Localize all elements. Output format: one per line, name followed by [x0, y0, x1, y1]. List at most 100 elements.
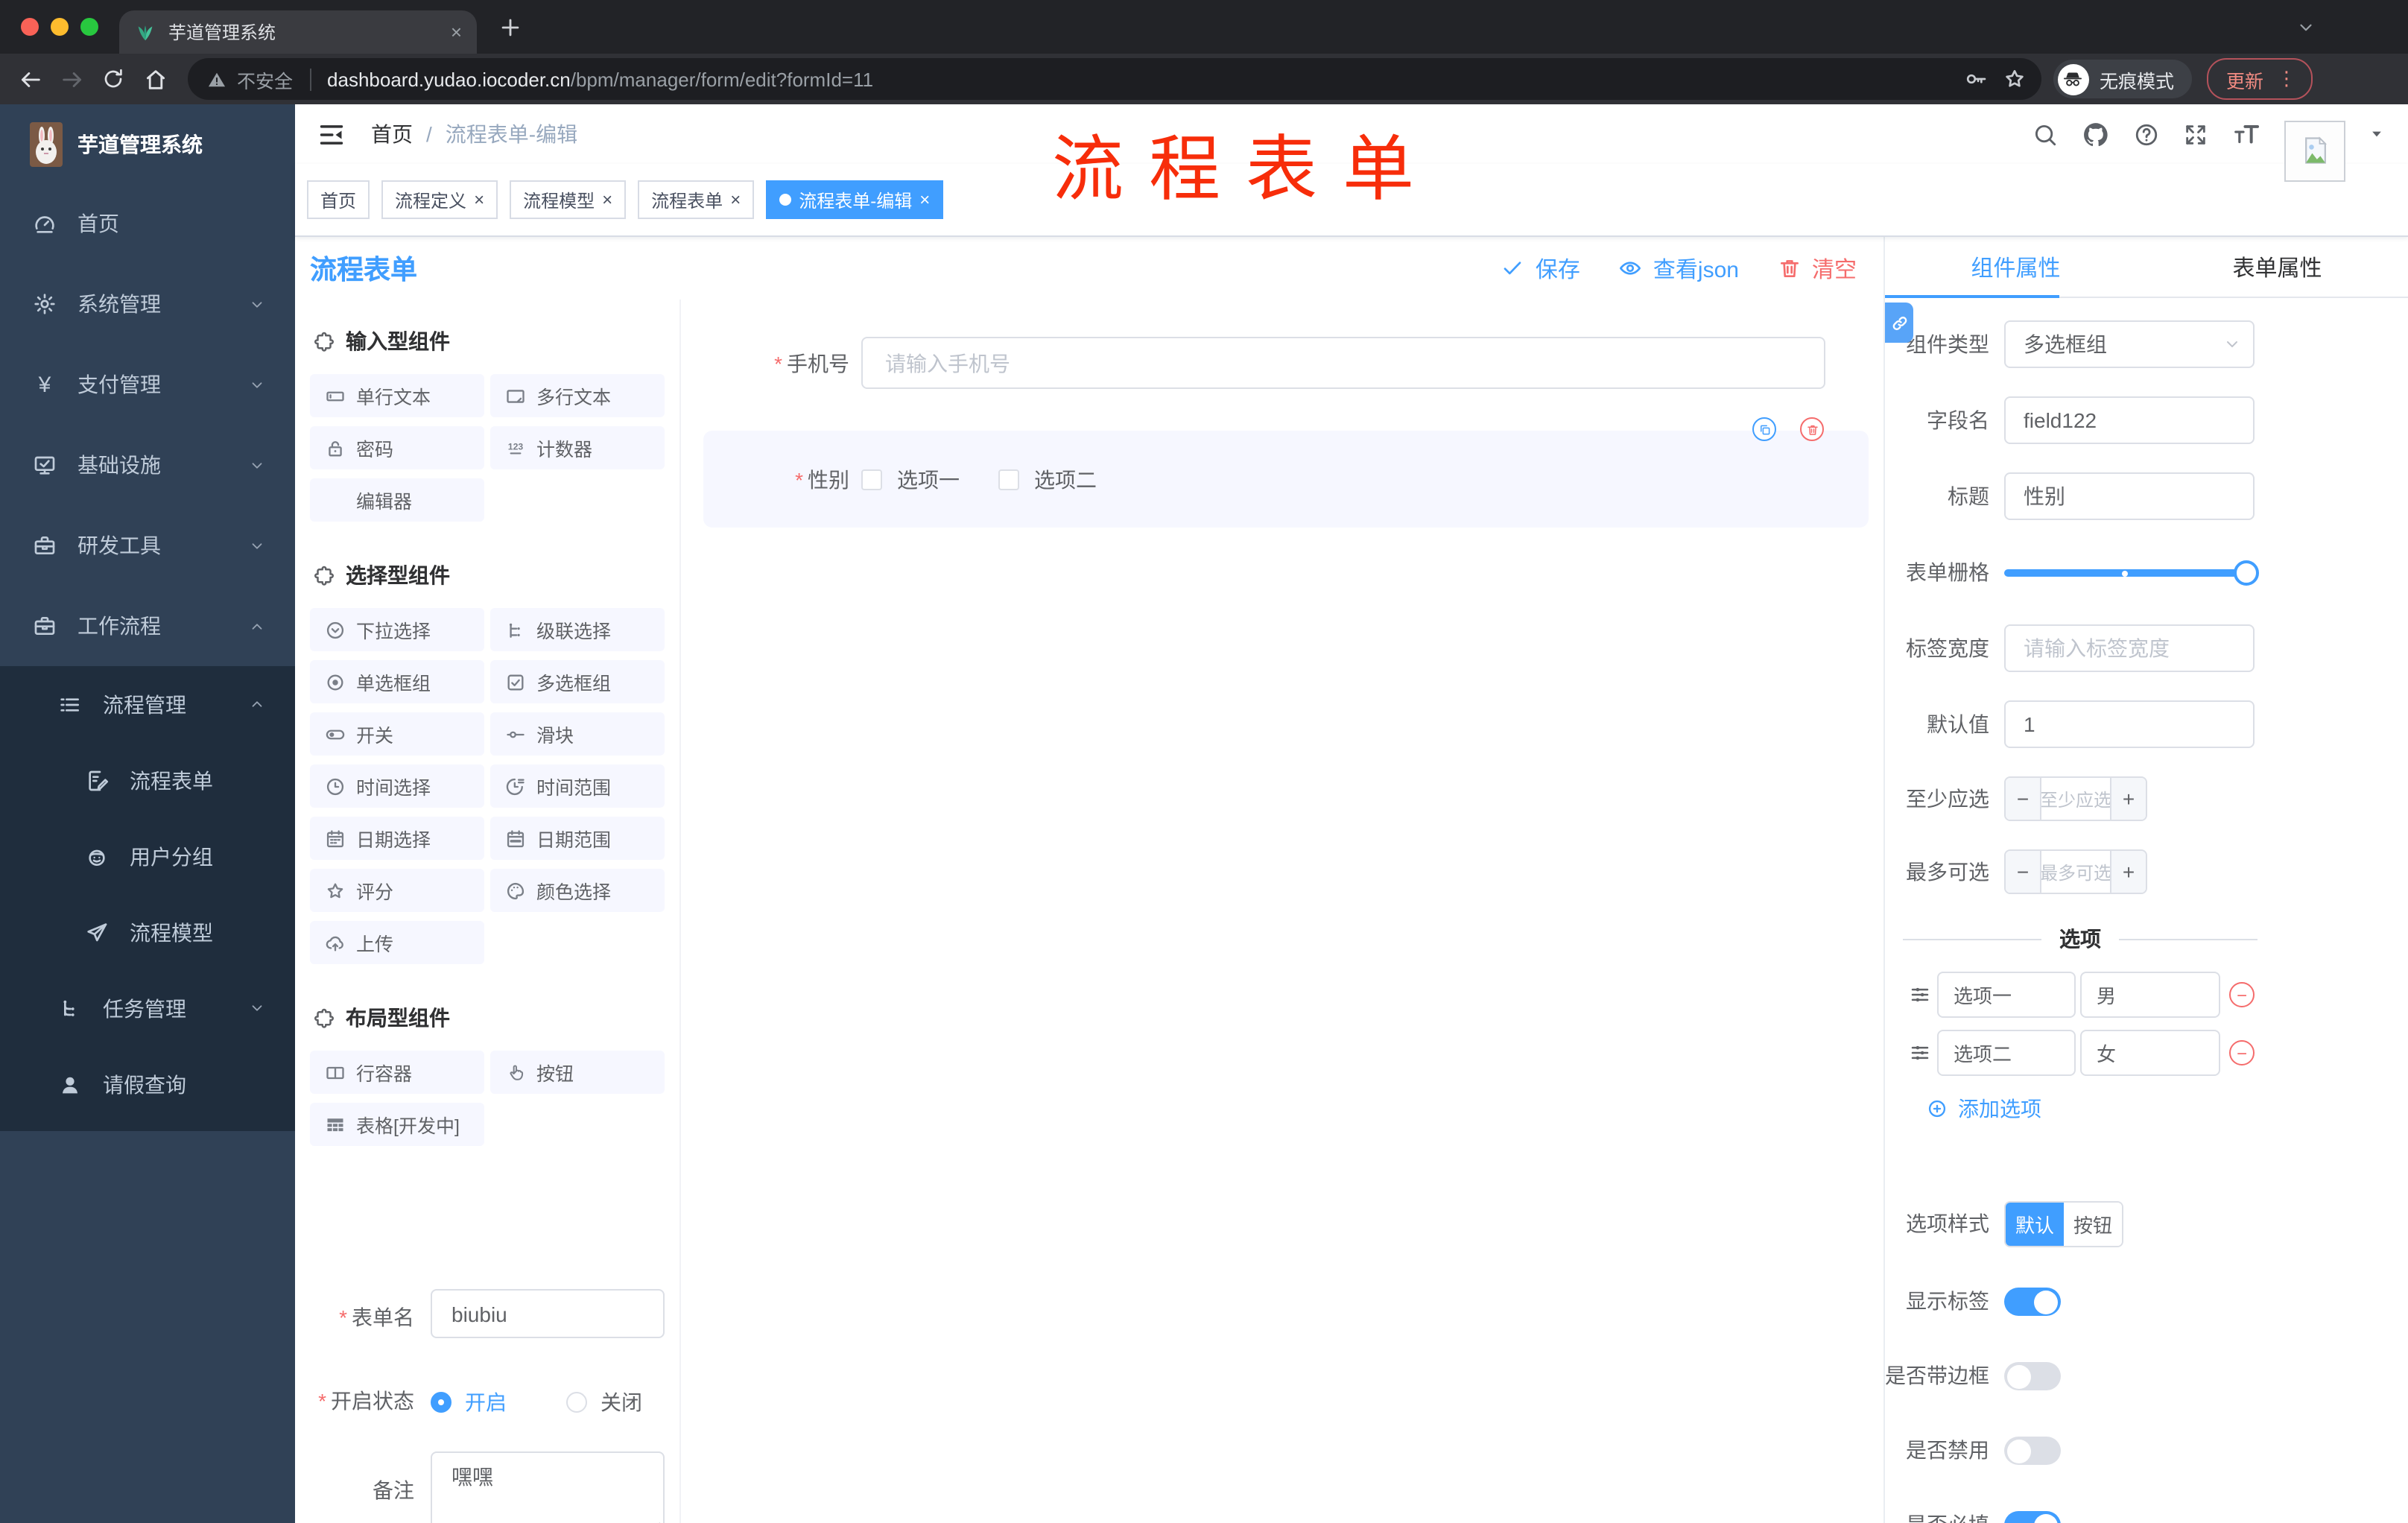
- save-button[interactable]: 保存: [1501, 253, 1580, 284]
- toggle-2[interactable]: [2004, 1437, 2061, 1465]
- tag-close-icon[interactable]: ×: [602, 191, 612, 209]
- gender-option-2[interactable]: 选项二: [998, 464, 1097, 494]
- palette-item-1-1[interactable]: 级联选择: [490, 608, 665, 651]
- palette-item-2-2[interactable]: 表格[开发中]: [310, 1103, 484, 1146]
- sidebar-item-8[interactable]: 用户分组: [0, 818, 295, 894]
- component-type-value[interactable]: [2004, 320, 2255, 368]
- github-icon[interactable]: [2082, 120, 2110, 148]
- palette-item-1-8[interactable]: 日期选择: [310, 817, 484, 860]
- palette-item-1-6[interactable]: 时间选择: [310, 764, 484, 808]
- zoom-window-button[interactable]: [80, 18, 98, 36]
- palette-item-1-4[interactable]: 开关: [310, 712, 484, 756]
- security-status[interactable]: 不安全: [207, 65, 293, 93]
- search-icon[interactable]: [2032, 121, 2058, 147]
- toggle-3[interactable]: [2004, 1511, 2061, 1523]
- sidebar-item-9[interactable]: 流程模型: [0, 894, 295, 970]
- radio-icon[interactable]: [431, 1392, 452, 1413]
- label-width-input[interactable]: [2004, 624, 2255, 672]
- palette-item-0-4[interactable]: 编辑器: [310, 478, 484, 522]
- url-text[interactable]: dashboard.yudao.iocoder.cn/bpm/manager/f…: [327, 68, 1956, 90]
- copy-component-button[interactable]: [1752, 417, 1776, 441]
- new-tab-button[interactable]: [498, 15, 523, 40]
- checkbox-icon[interactable]: [861, 469, 882, 490]
- status-radio-开启[interactable]: 开启: [431, 1387, 507, 1417]
- sidebar-item-10[interactable]: 任务管理: [0, 970, 295, 1046]
- palette-item-0-0[interactable]: 单行文本: [310, 374, 484, 417]
- palette-item-1-0[interactable]: 下拉选择: [310, 608, 484, 651]
- delete-component-button[interactable]: [1800, 417, 1824, 441]
- palette-item-1-12[interactable]: 上传: [310, 921, 484, 964]
- tag-4[interactable]: 流程表单-编辑 ×: [766, 180, 944, 219]
- palette-item-1-2[interactable]: 单选框组: [310, 660, 484, 703]
- palette-item-2-0[interactable]: 行容器: [310, 1051, 484, 1094]
- sidebar-item-5[interactable]: 工作流程: [0, 586, 295, 666]
- font-size-icon[interactable]: [2232, 120, 2260, 148]
- form-remark-textarea[interactable]: [431, 1451, 665, 1523]
- gender-field-selected[interactable]: * 性别 选项一 选项二: [703, 417, 1869, 528]
- palette-item-0-3[interactable]: 123 计数器: [490, 426, 665, 469]
- avatar[interactable]: [2284, 120, 2345, 181]
- palette-item-1-5[interactable]: 滑块: [490, 712, 665, 756]
- sidebar-item-0[interactable]: 首页: [0, 183, 295, 264]
- component-type-select[interactable]: [2004, 320, 2255, 368]
- palette-item-1-7[interactable]: 时间范围: [490, 764, 665, 808]
- decrease-button[interactable]: −: [2006, 778, 2041, 820]
- view-json-button[interactable]: 查看json: [1619, 253, 1739, 284]
- breadcrumb-home[interactable]: 首页: [371, 119, 413, 149]
- password-key-icon[interactable]: [1956, 60, 1995, 98]
- palette-item-1-3[interactable]: 多选框组: [490, 660, 665, 703]
- form-grid-slider[interactable]: [2004, 548, 2259, 596]
- remove-option-button[interactable]: −: [2229, 1040, 2255, 1066]
- palette-item-1-9[interactable]: 日期范围: [490, 817, 665, 860]
- sidebar-item-1[interactable]: 系统管理: [0, 264, 295, 344]
- option-value-input[interactable]: [2080, 1030, 2220, 1076]
- gender-option-1[interactable]: 选项一: [861, 464, 960, 494]
- option-value-input[interactable]: [2080, 972, 2220, 1018]
- tag-2[interactable]: 流程模型 ×: [510, 180, 627, 219]
- help-icon[interactable]: [2134, 121, 2159, 147]
- tag-close-icon[interactable]: ×: [474, 191, 484, 209]
- reload-button[interactable]: [92, 58, 134, 100]
- browser-tab[interactable]: 芋道管理系统 ×: [119, 10, 477, 54]
- tag-1[interactable]: 流程定义 ×: [381, 180, 498, 219]
- tab-close-icon[interactable]: ×: [451, 21, 462, 43]
- tab-component-props[interactable]: 组件属性: [1885, 237, 2146, 297]
- tag-close-icon[interactable]: ×: [730, 191, 741, 209]
- form-name-input[interactable]: [431, 1289, 665, 1338]
- status-radio-关闭[interactable]: 关闭: [566, 1387, 642, 1417]
- default-value-input[interactable]: [2004, 700, 2255, 748]
- field-name-input[interactable]: [2004, 396, 2255, 444]
- option-label-input[interactable]: [1937, 1030, 2076, 1076]
- forward-button[interactable]: [51, 58, 92, 100]
- sidebar-item-7[interactable]: 流程表单: [0, 742, 295, 818]
- sidebar-item-4[interactable]: 研发工具: [0, 505, 295, 586]
- option-label-input[interactable]: [1937, 972, 2076, 1018]
- tag-0[interactable]: 首页: [307, 180, 370, 219]
- style-option-默认[interactable]: 默认: [2006, 1203, 2064, 1246]
- address-bar[interactable]: 不安全 dashboard.yudao.iocoder.cn/bpm/manag…: [188, 58, 2041, 100]
- sidebar-logo[interactable]: 芋道管理系统: [0, 104, 295, 183]
- tag-3[interactable]: 流程表单 ×: [638, 180, 755, 219]
- bookmark-star-icon[interactable]: [1995, 60, 2034, 98]
- clear-button[interactable]: 清空: [1778, 253, 1857, 284]
- sidebar-item-11[interactable]: 请假查询: [0, 1046, 295, 1122]
- minimize-window-button[interactable]: [51, 18, 69, 36]
- max-select-value[interactable]: 最多可选: [2041, 851, 2110, 893]
- phone-input[interactable]: [861, 337, 1825, 389]
- increase-button[interactable]: +: [2110, 778, 2146, 820]
- checkbox-icon[interactable]: [998, 469, 1019, 490]
- decrease-button[interactable]: −: [2006, 851, 2041, 893]
- tab-search-chevron-icon[interactable]: [2296, 18, 2316, 37]
- close-window-button[interactable]: [21, 18, 39, 36]
- tag-close-icon[interactable]: ×: [919, 191, 930, 209]
- sidebar-item-2[interactable]: ¥ 支付管理: [0, 344, 295, 425]
- radio-icon[interactable]: [566, 1392, 587, 1413]
- link-anchor-tag[interactable]: [1885, 303, 1913, 343]
- toggle-1[interactable]: [2004, 1362, 2061, 1390]
- palette-item-1-11[interactable]: 颜色选择: [490, 869, 665, 912]
- window-controls[interactable]: [21, 18, 98, 36]
- palette-item-1-10[interactable]: 评分: [310, 869, 484, 912]
- min-select-value[interactable]: 至少应选: [2041, 778, 2110, 820]
- home-button[interactable]: [134, 58, 176, 100]
- tab-form-props[interactable]: 表单属性: [2146, 237, 2408, 297]
